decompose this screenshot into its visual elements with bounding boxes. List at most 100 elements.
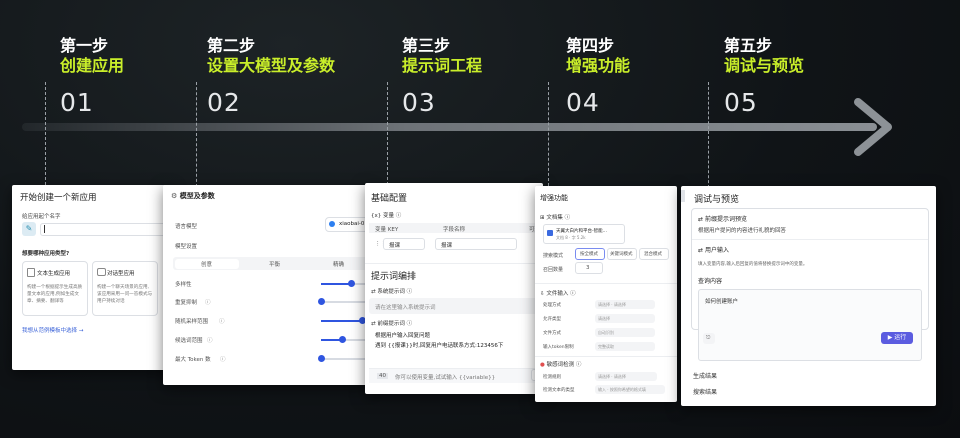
model-logo-icon bbox=[329, 221, 335, 227]
search-result-label: 搜索结果 bbox=[693, 389, 718, 396]
doc-label: ⊞ 文档集 ⓘ bbox=[540, 215, 571, 221]
type-chat-option[interactable]: 对话型应用 构建一个聊天场景的应用,该应用采用一问一答模式与用户持续对话 bbox=[92, 261, 158, 316]
type-text-desc: 构建一个根据提示生成高质量文本的应用,例如生成文章、摘要、翻译等 bbox=[27, 285, 83, 304]
lang-model-label: 语言模型 bbox=[175, 224, 198, 230]
step-subtitle: 增强功能 bbox=[566, 56, 631, 75]
info-icon: ⓘ bbox=[207, 338, 213, 344]
step-2: 第二步 设置大模型及参数 02 bbox=[207, 36, 335, 118]
chat-bubble-icon bbox=[97, 268, 106, 276]
var-key-input[interactable]: 报课 bbox=[383, 238, 425, 250]
mode-hybrid[interactable]: 混合模式 bbox=[639, 248, 669, 260]
query-input[interactable]: 如何创建账户 bbox=[698, 289, 922, 361]
file-label: ⇩ 文件输入 ⓘ bbox=[540, 291, 576, 297]
step-1: 第一步 创建应用 01 bbox=[60, 36, 124, 118]
step-5: 第五步 调试与预览 05 bbox=[724, 36, 804, 118]
param-repeat: 重复抑制 bbox=[175, 300, 198, 306]
filter-row-label: 检测文本的类型 bbox=[543, 388, 575, 393]
slider-knob[interactable] bbox=[348, 280, 355, 287]
prompt-title: 提示词编排 bbox=[371, 272, 417, 282]
debug-preview-card: 调试与预览 ⇄ 前缀提示词预览 根据用户提问的内容进行礼貌的回答 ⇄ 用户输入 … bbox=[681, 186, 936, 406]
preview-panel: ⇄ 前缀提示词预览 根据用户提问的内容进行礼貌的回答 ⇄ 用户输入 填入变量内容… bbox=[691, 208, 929, 361]
file-select[interactable]: 自动识别 bbox=[595, 328, 655, 337]
model-select[interactable]: xiaobai-0 bbox=[325, 217, 370, 232]
recall-label: 召回数量 bbox=[543, 267, 564, 273]
timeline-arrow-shaft bbox=[22, 123, 877, 131]
doc-item[interactable]: 天翼大白片和平台-智能... 文档 8 · 字 5.2k bbox=[543, 224, 625, 244]
step-number: 05 bbox=[724, 88, 758, 117]
filter-row-label: 检测规则 bbox=[543, 375, 561, 380]
system-prompt-label: ⇄ 系统提示词 ⓘ bbox=[371, 289, 413, 295]
file-select[interactable]: 请选择 bbox=[595, 314, 655, 323]
slider-knob[interactable] bbox=[339, 336, 346, 343]
step-connector bbox=[196, 82, 197, 187]
file-select[interactable]: 请选择 · 请选择 bbox=[595, 300, 655, 309]
user-prompt-line2: 遇到 {{报课}}时,回复用户电话联系方式:123456下 bbox=[375, 343, 504, 349]
type-text-option[interactable]: 文本生成应用 构建一个根据提示生成高质量文本的应用,例如生成文章、摘要、翻译等 bbox=[22, 261, 88, 316]
col-name: 字段名称 bbox=[443, 227, 466, 233]
tab-balanced[interactable]: 平衡 bbox=[269, 260, 280, 268]
type-text-label: 文本生成应用 bbox=[37, 271, 71, 277]
filter-select[interactable]: 输入 · 按照你希望的格式填 bbox=[595, 385, 665, 394]
type-chat-desc: 构建一个聊天场景的应用,该应用采用一问一答模式与用户持续对话 bbox=[97, 285, 153, 304]
step-3: 第三步 提示词工程 03 bbox=[402, 36, 482, 118]
step-title: 第一步 bbox=[60, 36, 109, 55]
run-button[interactable]: ▶ 运行 bbox=[881, 332, 913, 344]
char-count: 40 bbox=[377, 373, 388, 379]
info-icon: ⓘ bbox=[220, 357, 226, 363]
step-title: 第二步 bbox=[207, 36, 256, 55]
slider-knob[interactable] bbox=[318, 355, 325, 362]
app-name-input[interactable] bbox=[40, 223, 172, 236]
file-select[interactable]: 完整读取 bbox=[595, 342, 655, 351]
model-value: xiaobai-0 bbox=[339, 221, 365, 227]
recall-input[interactable]: 3 bbox=[575, 262, 603, 274]
tab-precise[interactable]: 精确 bbox=[333, 260, 344, 268]
filter-select[interactable]: 请选择 · 请选择 bbox=[595, 372, 657, 381]
tab-creative[interactable]: 创意 bbox=[201, 260, 212, 268]
type-question: 想要哪种应用类型? bbox=[22, 251, 70, 257]
document-icon bbox=[27, 268, 35, 277]
folder-icon bbox=[547, 230, 553, 236]
settings-label: 模型设置 bbox=[175, 244, 198, 250]
step-title: 第三步 bbox=[402, 36, 451, 55]
user-prompt-label: ⇄ 前缀提示词 ⓘ bbox=[371, 321, 413, 327]
info-icon: ⓘ bbox=[205, 300, 211, 306]
preset-tabs: 创意 平衡 精确 bbox=[173, 257, 370, 270]
type-chat-label: 对话型应用 bbox=[107, 271, 135, 277]
slider-knob[interactable] bbox=[318, 298, 325, 305]
param-sampling: 随机采样范围 bbox=[175, 319, 209, 325]
preview-text: 根据用户提问的内容进行礼貌的回答 bbox=[698, 228, 787, 234]
clear-button[interactable]: ⎋ bbox=[703, 333, 715, 344]
param-diversity: 多样性 bbox=[175, 282, 192, 288]
enhance-card: 增强功能 ⊞ 文档集 ⓘ 天翼大白片和平台-智能... 文档 8 · 字 5.2… bbox=[535, 186, 677, 402]
step-connector bbox=[45, 82, 46, 185]
name-label: 给应用起个名字 bbox=[22, 214, 61, 220]
mode-label: 搜索模式 bbox=[543, 253, 564, 259]
col-key: 变量 KEY bbox=[375, 227, 399, 233]
footer-hint: 你可以使用变量,试试输入 {{variable}} bbox=[395, 375, 496, 381]
step-number: 01 bbox=[60, 88, 94, 117]
card-title: 开始创建一个新应用 bbox=[20, 193, 97, 203]
step-connector bbox=[708, 82, 709, 188]
step-number: 02 bbox=[207, 88, 241, 117]
step-title: 第四步 bbox=[566, 36, 615, 55]
step-connector bbox=[387, 82, 388, 185]
template-link[interactable]: 我想从范例模板中选择 → bbox=[22, 326, 83, 334]
gen-result-label: 生成结果 bbox=[693, 373, 718, 380]
slider-diversity[interactable] bbox=[321, 283, 370, 285]
step-subtitle: 提示词工程 bbox=[402, 56, 483, 75]
user-input-title: ⇄ 用户输入 bbox=[698, 247, 729, 254]
variable-table-header: 变量 KEY 字段名称 可选 bbox=[369, 223, 541, 233]
prompt-config-card: 基础配置 {x} 变量 ⓘ 变量 KEY 字段名称 可选 ⋮⋮ 报课 报课 提示… bbox=[365, 183, 543, 394]
mode-keyword[interactable]: 关键词模式 bbox=[607, 248, 637, 260]
slider-max-token[interactable] bbox=[321, 358, 370, 360]
file-row-label: 输入token限制 bbox=[543, 345, 574, 350]
step-number: 04 bbox=[566, 88, 600, 117]
step-number: 03 bbox=[402, 88, 436, 117]
slider-repeat[interactable] bbox=[321, 301, 370, 303]
mode-full[interactable]: 按全模式 bbox=[575, 248, 605, 260]
var-name-input[interactable]: 报课 bbox=[435, 238, 517, 250]
step-title: 第五步 bbox=[724, 36, 773, 55]
system-prompt-input[interactable]: 请在这里输入系统提示词 bbox=[369, 298, 541, 314]
app-icon[interactable]: ✎ bbox=[22, 222, 36, 236]
filter-label: ● 敏感词检测 ⓘ bbox=[540, 362, 582, 368]
